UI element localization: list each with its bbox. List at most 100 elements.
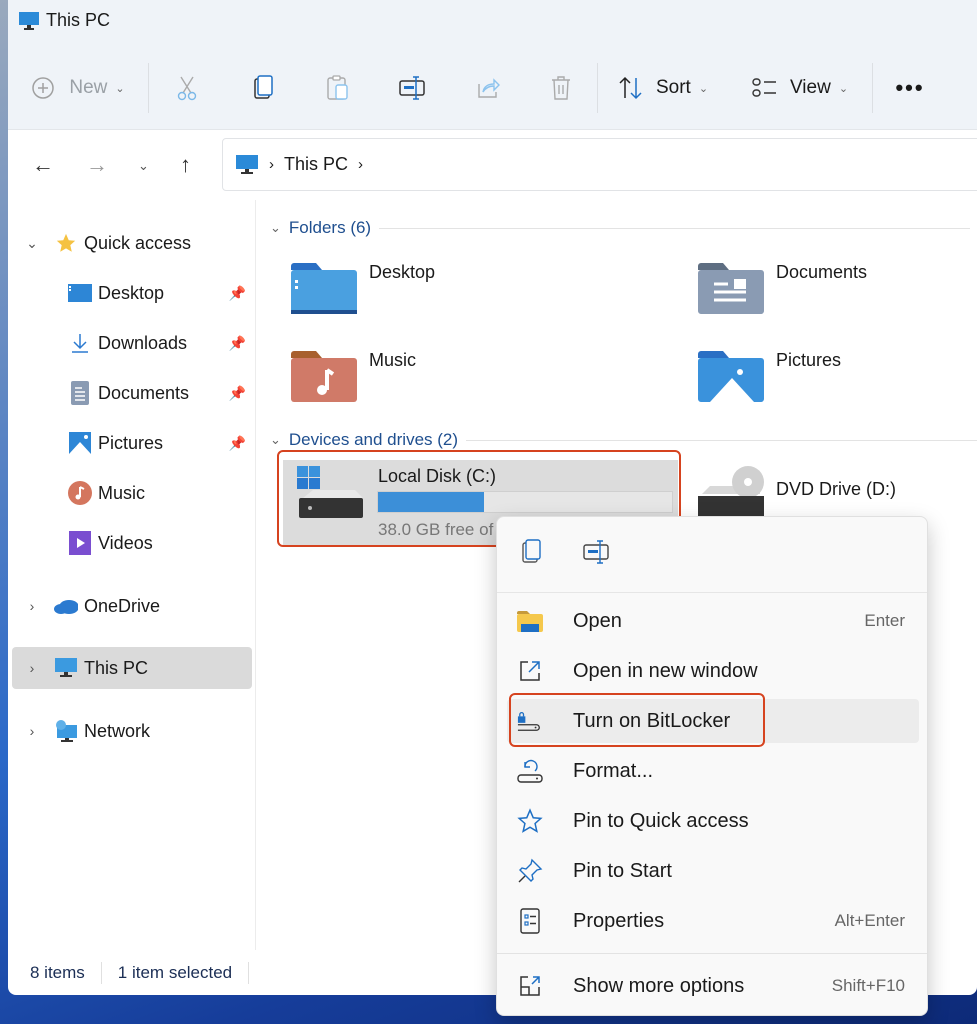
- sidebar-item-onedrive[interactable]: › OneDrive: [12, 585, 252, 627]
- sidebar-item-pictures[interactable]: Pictures 📌: [12, 422, 252, 464]
- chevron-down-icon[interactable]: ⌄: [22, 235, 42, 252]
- address-bar[interactable]: › This PC ›: [222, 138, 977, 191]
- selection-count: 1 item selected: [117, 962, 233, 982]
- menu-item-open-new-window[interactable]: Open in new window: [507, 649, 919, 693]
- folder-music[interactable]: Music: [291, 350, 416, 402]
- more-icon: •••: [895, 75, 925, 100]
- pin-outline-icon: [517, 858, 543, 884]
- pin-icon[interactable]: 📌: [229, 385, 246, 402]
- title-bar: This PC New ⌄ Sort ⌄ View ⌄ •••: [8, 0, 977, 130]
- cloud-icon: [54, 594, 78, 618]
- dvd-drive-icon: [698, 466, 764, 517]
- music-folder-icon: [291, 351, 357, 402]
- folders-group-header[interactable]: ⌄ Folders (6): [270, 218, 970, 238]
- music-icon: [68, 481, 92, 505]
- recent-locations-button[interactable]: ⌄: [138, 158, 149, 174]
- cut-icon: [177, 76, 197, 101]
- item-count: 8 items: [30, 962, 85, 982]
- menu-item-pin-start[interactable]: Pin to Start: [507, 849, 919, 893]
- folder-open-icon: [517, 610, 543, 632]
- pin-icon[interactable]: 📌: [229, 435, 246, 452]
- documents-icon: [68, 381, 92, 405]
- open-new-window-icon: [517, 659, 543, 683]
- sidebar-item-this-pc[interactable]: › This PC: [12, 647, 252, 689]
- sidebar-item-network[interactable]: › Network: [12, 710, 252, 752]
- sidebar-item-quick-access[interactable]: ⌄ Quick access: [12, 222, 252, 264]
- star-outline-icon: [517, 808, 543, 834]
- pictures-icon: [68, 431, 92, 455]
- pin-icon[interactable]: 📌: [229, 335, 246, 352]
- sort-button[interactable]: Sort ⌄: [598, 62, 728, 114]
- chevron-right-icon[interactable]: ›: [22, 660, 42, 676]
- videos-icon: [68, 531, 92, 555]
- more-options-button[interactable]: •••: [873, 62, 947, 114]
- command-bar: New ⌄ Sort ⌄ View ⌄ •••: [8, 62, 977, 114]
- copy-button[interactable]: [225, 62, 301, 114]
- context-menu-quick-actions: [497, 517, 927, 593]
- pictures-folder-icon: [698, 351, 764, 402]
- rename-button[interactable]: [375, 62, 451, 114]
- menu-item-pin-quick-access[interactable]: Pin to Quick access: [507, 799, 919, 843]
- copy-icon: [254, 75, 273, 99]
- documents-folder-icon: [698, 263, 764, 314]
- sidebar-item-videos[interactable]: Videos: [12, 522, 252, 564]
- monitor-icon: [19, 11, 39, 30]
- rename-icon: [399, 76, 425, 100]
- paste-icon: [327, 75, 348, 100]
- sort-icon: [619, 76, 642, 100]
- menu-separator: [497, 953, 927, 954]
- rename-button[interactable]: [583, 539, 611, 570]
- properties-icon: [517, 908, 543, 934]
- forward-button[interactable]: →: [86, 152, 108, 178]
- up-button[interactable]: ↑: [180, 152, 191, 178]
- sidebar-item-downloads[interactable]: Downloads 📌: [12, 322, 252, 364]
- menu-item-show-more-options[interactable]: Show more options Shift+F10: [507, 964, 919, 1008]
- bitlocker-highlight-box: [509, 693, 765, 747]
- view-button[interactable]: View ⌄: [728, 62, 872, 114]
- menu-item-properties[interactable]: Properties Alt+Enter: [507, 899, 919, 943]
- folder-desktop[interactable]: Desktop: [291, 262, 435, 314]
- menu-item-open[interactable]: Open Enter: [507, 599, 919, 643]
- navigation-bar: ← → ⌄ ↑ › This PC ›: [8, 130, 977, 200]
- drive-d[interactable]: DVD Drive (D:): [698, 462, 896, 517]
- desktop-folder-icon: [68, 281, 92, 305]
- back-button[interactable]: ←: [32, 152, 54, 178]
- view-icon: [752, 78, 776, 97]
- chevron-down-icon[interactable]: ⌄: [270, 432, 281, 448]
- show-more-options-icon: [517, 974, 543, 998]
- new-button[interactable]: New ⌄: [8, 62, 148, 114]
- breadcrumb-this-pc[interactable]: This PC: [284, 154, 348, 175]
- share-icon: [478, 78, 500, 98]
- desktop-folder-icon: [291, 263, 357, 314]
- plus-circle-icon: [32, 77, 55, 99]
- pin-icon[interactable]: 📌: [229, 285, 246, 302]
- monitor-icon: [236, 154, 258, 174]
- delete-icon: [552, 76, 570, 100]
- delete-button[interactable]: [525, 62, 597, 114]
- sidebar-item-music[interactable]: Music: [12, 472, 252, 514]
- format-icon: [517, 759, 543, 783]
- rename-icon: [583, 540, 609, 564]
- context-menu: Open Enter Open in new window Turn on Bi…: [496, 516, 928, 1016]
- download-icon: [68, 331, 92, 355]
- chevron-right-icon[interactable]: ›: [22, 723, 42, 739]
- window-title: This PC: [18, 10, 110, 31]
- cut-button[interactable]: [149, 62, 225, 114]
- copy-icon: [522, 539, 541, 563]
- sidebar-item-documents[interactable]: Documents 📌: [12, 372, 252, 414]
- breadcrumb-chevron-icon: ›: [269, 156, 274, 173]
- folder-documents[interactable]: Documents: [698, 262, 867, 314]
- devices-group-header[interactable]: ⌄ Devices and drives (2): [270, 430, 977, 450]
- monitor-icon: [54, 656, 78, 680]
- sidebar-item-desktop[interactable]: Desktop 📌: [12, 272, 252, 314]
- star-icon: [54, 231, 78, 255]
- copy-button[interactable]: [521, 539, 543, 570]
- folder-pictures[interactable]: Pictures: [698, 350, 841, 402]
- share-button[interactable]: [451, 62, 525, 114]
- paste-button[interactable]: [301, 62, 375, 114]
- menu-item-format[interactable]: Format...: [507, 749, 919, 793]
- network-icon: [54, 719, 78, 743]
- chevron-down-icon[interactable]: ⌄: [270, 220, 281, 236]
- chevron-right-icon[interactable]: ›: [22, 598, 42, 614]
- breadcrumb-chevron-icon[interactable]: ›: [358, 156, 363, 173]
